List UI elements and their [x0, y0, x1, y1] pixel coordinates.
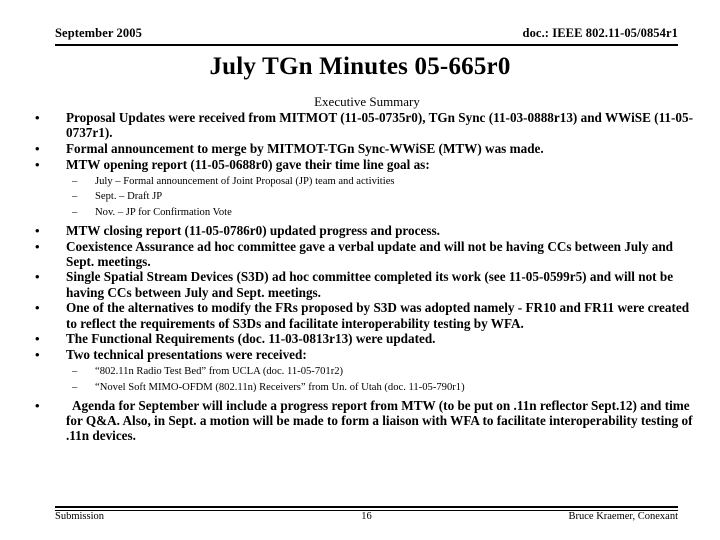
- bullet-marker-icon: •: [35, 346, 40, 362]
- bullet-item: • Proposal Updates were received from MIT…: [28, 110, 700, 140]
- sub-bullet-marker-icon: –: [72, 175, 78, 187]
- sub-bullet-marker-icon: –: [72, 381, 78, 393]
- bullet-marker-icon: •: [35, 269, 40, 285]
- bullet-marker-icon: •: [35, 331, 40, 347]
- bullet-marker-icon: •: [35, 222, 40, 238]
- page-title: July TGn Minutes 05-665r0: [209, 53, 511, 80]
- bullet-text: Coexistence Assurance ad hoc committee g…: [66, 238, 673, 269]
- bullet-text: Agenda for September will include a prog…: [66, 397, 693, 444]
- header-divider: [55, 44, 678, 46]
- bullet-item: • Agenda for September will include a pr…: [28, 398, 700, 444]
- bullet-item: • MTW closing report (11-05-0786r0) updat…: [28, 223, 700, 238]
- bullet-text: Single Spatial Stream Devices (S3D) ad h…: [66, 269, 674, 300]
- bullet-item: • MTW opening report (11-05-0688r0) gave …: [28, 157, 700, 221]
- bullet-item: • Single Spatial Stream Devices (S3D) ad …: [28, 269, 700, 299]
- sub-bullet-item: – “802.11n Radio Test Bed” from UCLA (doc…: [28, 364, 700, 380]
- sub-bullet-text: Sept. – Draft JP: [95, 191, 163, 203]
- bullet-item: • Coexistence Assurance ad hoc committee …: [28, 239, 700, 269]
- sub-bullet-item: – Sept. – Draft JP: [28, 189, 700, 205]
- slide-page: September 2005 doc.: IEEE 802.11-05/0854…: [0, 0, 720, 540]
- sub-bullet-item: – “Novel Soft MIMO-OFDM (802.11n) Receive…: [28, 380, 700, 396]
- bullet-item: • Two technical presentations were receiv…: [28, 347, 700, 395]
- bullet-list: • Proposal Updates were received from MIT…: [28, 110, 700, 443]
- bullet-item: • One of the alternatives to modify the F…: [28, 300, 700, 330]
- footer-submission-label: Submission: [55, 511, 105, 522]
- sub-bullet-marker-icon: –: [72, 206, 78, 218]
- bullet-marker-icon: •: [35, 156, 40, 172]
- sub-bullet-text: Nov. – JP for Confirmation Vote: [95, 206, 232, 218]
- bullet-marker-icon: •: [35, 397, 40, 413]
- bullet-text: Two technical presentations were receive…: [66, 346, 307, 362]
- header-doc-number: doc.: IEEE 802.11-05/0854r1: [522, 26, 678, 40]
- sub-bullet-list: – “802.11n Radio Test Bed” from UCLA (doc…: [28, 364, 700, 395]
- sub-bullet-text: “802.11n Radio Test Bed” from UCLA (doc.…: [95, 366, 344, 378]
- bullet-marker-icon: •: [35, 238, 40, 254]
- header-date: September 2005: [55, 26, 142, 40]
- sub-bullet-text: “Novel Soft MIMO-OFDM (802.11n) Receiver…: [95, 381, 465, 393]
- bullet-text: One of the alternatives to modify the FR…: [66, 300, 690, 331]
- bullet-text: The Functional Requirements (doc. 11-03-…: [66, 331, 436, 347]
- bullet-marker-icon: •: [35, 300, 40, 316]
- bullet-marker-icon: •: [35, 140, 40, 156]
- bullet-text: Proposal Updates were received from MITM…: [66, 110, 693, 141]
- bullet-item: • The Functional Requirements (doc. 11-03…: [28, 331, 700, 346]
- bullet-text: MTW closing report (11-05-0786r0) update…: [66, 222, 440, 238]
- page-footer: Submission 16 Bruce Kraemer, Conexant: [55, 511, 678, 522]
- footer-author: Bruce Kraemer, Conexant: [568, 511, 679, 522]
- page-header: September 2005 doc.: IEEE 802.11-05/0854…: [55, 26, 678, 41]
- sub-bullet-marker-icon: –: [72, 191, 78, 203]
- footer-divider-thick: [55, 506, 678, 508]
- slide-body: Executive Summary • Proposal Updates were…: [28, 94, 700, 444]
- bullet-item: • Formal announcement to merge by MITMOT-…: [28, 141, 700, 156]
- section-heading: Executive Summary: [314, 94, 420, 109]
- sub-bullet-text: July – Formal announcement of Joint Prop…: [95, 175, 395, 187]
- bullet-marker-icon: •: [35, 110, 40, 125]
- sub-bullet-list: – July – Formal announcement of Joint Pro…: [28, 174, 700, 221]
- sub-bullet-item: – Nov. – JP for Confirmation Vote: [28, 205, 700, 221]
- sub-bullet-item: – July – Formal announcement of Joint Pro…: [28, 174, 700, 190]
- sub-bullet-marker-icon: –: [72, 366, 78, 378]
- bullet-text: MTW opening report (11-05-0688r0) gave t…: [66, 156, 430, 172]
- bullet-text: Formal announcement to merge by MITMOT-T…: [66, 140, 544, 156]
